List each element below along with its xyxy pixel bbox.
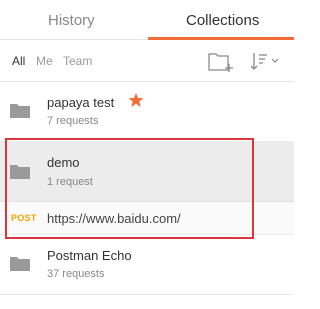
collection-item[interactable]: Postman Echo 37 requests	[0, 235, 294, 295]
collection-item[interactable]: papaya test 7 requests	[0, 82, 294, 142]
collections-filter-bar: All Me Team	[0, 40, 294, 82]
tab-history[interactable]: History	[48, 12, 95, 29]
request-count: 37 requests	[47, 268, 105, 280]
collection-name: Postman Echo	[47, 248, 132, 263]
folder-icon	[10, 104, 30, 118]
filter-team[interactable]: Team	[63, 54, 92, 68]
filter-me[interactable]: Me	[36, 54, 53, 68]
tab-collections[interactable]: Collections	[186, 12, 259, 29]
sort-icon[interactable]	[250, 50, 282, 72]
request-count: 7 requests	[47, 115, 99, 127]
new-collection-icon[interactable]	[208, 50, 234, 72]
collection-name: papaya test	[47, 95, 115, 110]
folder-icon	[10, 257, 30, 271]
sidebar-tabs: History Collections	[0, 0, 294, 40]
highlight-box	[5, 138, 254, 239]
filter-all[interactable]: All	[12, 54, 25, 68]
star-icon[interactable]	[128, 92, 144, 108]
